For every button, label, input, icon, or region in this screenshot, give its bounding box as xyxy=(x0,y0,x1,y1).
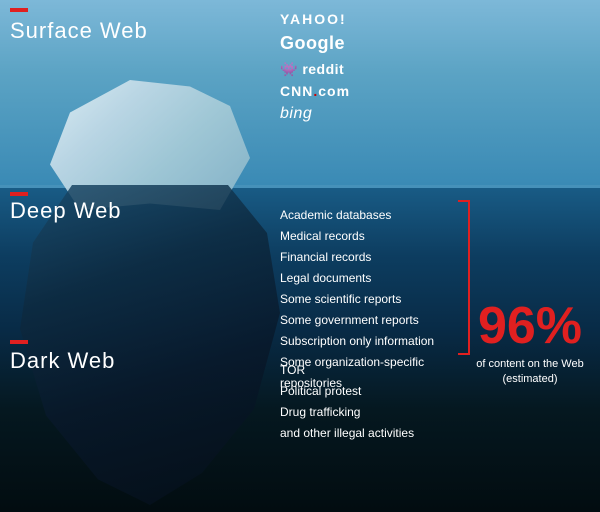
surface-web-label: Surface Web xyxy=(10,18,148,44)
stat-label: of content on the Web (estimated) xyxy=(475,357,585,388)
deep-item-5: Some scientific reports xyxy=(280,289,434,310)
red-accent-deep xyxy=(10,192,28,196)
dark-web-label: Dark Web xyxy=(10,348,115,374)
surface-logos-container: YAHOO! Google 👾 reddit CNN.com bing xyxy=(280,10,350,125)
bing-logo: bing xyxy=(280,104,350,125)
deep-item-2: Medical records xyxy=(280,226,434,247)
main-container: Surface Web Deep Web Dark Web YAHOO! Goo… xyxy=(0,0,600,512)
cnn-logo: CNN.com xyxy=(280,82,350,100)
reddit-logo: 👾 reddit xyxy=(280,60,350,78)
deep-item-4: Legal documents xyxy=(280,268,434,289)
deep-web-label: Deep Web xyxy=(10,198,122,224)
deep-item-3: Financial records xyxy=(280,247,434,268)
red-accent-surface xyxy=(10,8,28,12)
yahoo-logo: YAHOO! xyxy=(280,10,350,28)
google-logo: Google xyxy=(280,32,350,55)
deep-web-bracket xyxy=(458,200,470,355)
dark-web-items: TOR Political protest Drug trafficking a… xyxy=(280,360,414,444)
dark-item-4: and other illegal activities xyxy=(280,423,414,444)
dark-item-2: Political protest xyxy=(280,381,414,402)
dark-item-3: Drug trafficking xyxy=(280,402,414,423)
stat-container: 96% of content on the Web (estimated) xyxy=(475,300,585,388)
red-accent-dark xyxy=(10,340,28,344)
deep-item-7: Subscription only information xyxy=(280,331,434,352)
dark-item-1: TOR xyxy=(280,360,414,381)
iceberg-underwater xyxy=(20,185,280,505)
deep-item-1: Academic databases xyxy=(280,205,434,226)
deep-item-6: Some government reports xyxy=(280,310,434,331)
stat-percent: 96% xyxy=(475,300,585,352)
